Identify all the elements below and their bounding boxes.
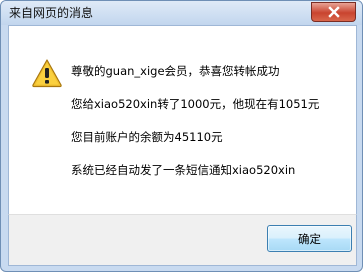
close-button[interactable]	[311, 2, 356, 22]
dialog-title: 来自网页的消息	[9, 6, 94, 20]
ok-button[interactable]: 确定	[267, 225, 352, 252]
ok-button-label: 确定	[298, 231, 321, 246]
close-icon	[327, 6, 340, 18]
dialog-footer: 确定	[8, 214, 357, 266]
warning-icon	[32, 59, 62, 88]
message-line-4: 系统已经自动发了一条短信通知xiao520xin	[71, 163, 296, 177]
message-line-3: 您目前账户的余额为45110元	[71, 130, 223, 144]
dialog-body: 尊敬的guan_xige会员，恭喜您转帐成功 您给xiao520xin转了100…	[8, 25, 357, 215]
title-bar[interactable]: 来自网页的消息	[1, 1, 362, 25]
message-line-2: 您给xiao520xin转了1000元，他现在有1051元	[71, 97, 320, 111]
message-line-1: 尊敬的guan_xige会员，恭喜您转帐成功	[71, 64, 280, 78]
message-dialog: 来自网页的消息 尊敬的guan_xige会员，恭喜您转帐成功 您给xiao520…	[0, 0, 363, 272]
